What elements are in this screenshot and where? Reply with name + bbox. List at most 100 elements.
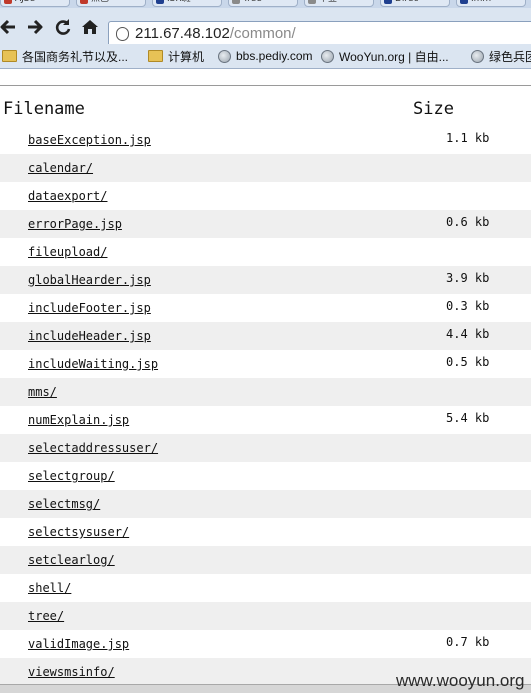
file-link[interactable]: includeFooter.jsp bbox=[28, 301, 151, 315]
table-row: mms/ bbox=[0, 378, 531, 406]
url-text: 211.67.48.102/common/ bbox=[135, 25, 296, 42]
file-size: 0.3 kb bbox=[446, 299, 490, 313]
home-button[interactable] bbox=[80, 17, 100, 37]
tab-label: 黑巴 bbox=[91, 0, 109, 4]
file-link[interactable]: selectgroup/ bbox=[28, 469, 115, 483]
bookmark-green-army[interactable]: 绿色兵团 bbox=[471, 47, 531, 65]
bookmark-label: WooYun.org | 自由... bbox=[339, 49, 449, 64]
file-link[interactable]: mms/ bbox=[28, 385, 57, 399]
browser-tab[interactable]: ISR斑 bbox=[152, 0, 222, 7]
bookmark-wooyun[interactable]: WooYun.org | 自由... bbox=[321, 47, 449, 65]
page-content: Filename Size baseException.jsp 1.1 kb cal… bbox=[0, 69, 531, 692]
tab-label: AJSe bbox=[15, 0, 35, 4]
browser-tab[interactable]: Direc bbox=[380, 0, 450, 7]
tab-favicon-icon bbox=[156, 0, 164, 4]
file-link[interactable]: dataexport/ bbox=[28, 189, 107, 203]
table-row: fileupload/ bbox=[0, 238, 531, 266]
tab-label: Direc bbox=[395, 0, 418, 4]
tab-label: Tree bbox=[243, 0, 262, 4]
file-link[interactable]: viewsmsinfo/ bbox=[28, 665, 115, 679]
table-row: includeHeader.jsp 4.4 kb bbox=[0, 322, 531, 350]
file-size: 0.7 kb bbox=[446, 635, 490, 649]
file-link[interactable]: calendar/ bbox=[28, 161, 93, 175]
tab-favicon-icon bbox=[460, 0, 468, 4]
table-row: selectmsg/ bbox=[0, 490, 531, 518]
file-link[interactable]: includeWaiting.jsp bbox=[28, 357, 158, 371]
tab-favicon-icon bbox=[384, 0, 392, 4]
file-link[interactable]: validImage.jsp bbox=[28, 637, 129, 651]
tab-label: ISR斑 bbox=[167, 0, 191, 4]
back-button[interactable] bbox=[0, 17, 18, 37]
table-row: dataexport/ bbox=[0, 182, 531, 210]
forward-button[interactable] bbox=[25, 17, 45, 37]
table-row: selectgroup/ bbox=[0, 462, 531, 490]
page-icon bbox=[116, 27, 129, 41]
browser-tab[interactable]: Imm bbox=[456, 0, 526, 7]
table-row: selectaddressuser/ bbox=[0, 434, 531, 462]
watermark: www.wooyun.org bbox=[396, 671, 525, 690]
bookmark-label: bbs.pediy.com bbox=[236, 49, 313, 63]
bookmark-label: 计算机 bbox=[168, 49, 205, 64]
tab-favicon-icon bbox=[232, 0, 240, 4]
table-row: tree/ bbox=[0, 602, 531, 630]
table-row: includeFooter.jsp 0.3 kb bbox=[0, 294, 531, 322]
tab-label: Imm bbox=[471, 0, 491, 4]
bookmarks-bar: 各国商务礼节以及... 计算机 bbs.pediy.com WooYun.org… bbox=[0, 44, 531, 69]
globe-icon bbox=[321, 49, 334, 63]
browser-tab[interactable]: 黑巴 bbox=[76, 0, 146, 7]
file-size: 0.5 kb bbox=[446, 355, 490, 369]
file-link[interactable]: includeHeader.jsp bbox=[28, 329, 151, 343]
file-link[interactable]: selectaddressuser/ bbox=[28, 441, 158, 455]
file-link[interactable]: selectsysuser/ bbox=[28, 525, 129, 539]
tab-strip: AJSe 黑巴 ISR斑 Tree 下登 Direc Imm bbox=[0, 0, 531, 8]
globe-icon bbox=[471, 49, 484, 63]
bookmark-label: 绿色兵团 bbox=[489, 49, 531, 64]
file-link[interactable]: fileupload/ bbox=[28, 245, 107, 259]
file-link[interactable]: baseException.jsp bbox=[28, 133, 151, 147]
filename-column-header: Filename bbox=[3, 99, 85, 119]
bookmark-folder-computer[interactable]: 计算机 bbox=[148, 47, 204, 65]
file-size: 3.9 kb bbox=[446, 271, 490, 285]
tab-favicon-icon bbox=[4, 0, 12, 4]
file-size: 5.4 kb bbox=[446, 411, 490, 425]
file-size: 1.1 kb bbox=[446, 131, 490, 145]
forward-arrow-icon bbox=[28, 19, 43, 35]
globe-icon bbox=[218, 49, 231, 63]
file-link[interactable]: selectmsg/ bbox=[28, 497, 100, 511]
table-row: shell/ bbox=[0, 574, 531, 602]
table-row: baseException.jsp 1.1 kb bbox=[0, 126, 531, 154]
file-link[interactable]: globalHearder.jsp bbox=[28, 273, 151, 287]
table-row: errorPage.jsp 0.6 kb bbox=[0, 210, 531, 238]
table-row: selectsysuser/ bbox=[0, 518, 531, 546]
bookmark-folder-etiquette[interactable]: 各国商务礼节以及... bbox=[2, 47, 128, 65]
reload-button[interactable] bbox=[53, 17, 73, 37]
table-row: includeWaiting.jsp 0.5 kb bbox=[0, 350, 531, 378]
table-row: globalHearder.jsp 3.9 kb bbox=[0, 266, 531, 294]
file-link[interactable]: errorPage.jsp bbox=[28, 217, 122, 231]
folder-icon bbox=[148, 50, 163, 62]
folder-icon bbox=[2, 50, 17, 62]
bookmark-pediy[interactable]: bbs.pediy.com bbox=[218, 47, 312, 65]
file-size: 0.6 kb bbox=[446, 215, 490, 229]
size-column-header: Size bbox=[413, 99, 454, 119]
tab-label: 下登 bbox=[319, 0, 337, 4]
file-link[interactable]: tree/ bbox=[28, 609, 64, 623]
file-link[interactable]: setclearlog/ bbox=[28, 553, 115, 567]
table-row: calendar/ bbox=[0, 154, 531, 182]
browser-tab[interactable]: 下登 bbox=[304, 0, 374, 7]
table-row: setclearlog/ bbox=[0, 546, 531, 574]
url-path: /common/ bbox=[229, 25, 296, 42]
back-arrow-icon bbox=[0, 19, 15, 35]
file-link[interactable]: numExplain.jsp bbox=[28, 413, 129, 427]
file-size: 4.4 kb bbox=[446, 327, 490, 341]
divider bbox=[0, 85, 531, 86]
url-host: 211.67.48.102 bbox=[135, 25, 230, 42]
browser-tab[interactable]: AJSe bbox=[0, 0, 70, 7]
browser-toolbar: 211.67.48.102/common/ bbox=[0, 8, 531, 47]
browser-tab[interactable]: Tree bbox=[228, 0, 298, 7]
home-icon bbox=[82, 20, 98, 34]
tab-favicon-icon bbox=[308, 0, 316, 4]
table-row: numExplain.jsp 5.4 kb bbox=[0, 406, 531, 434]
file-link[interactable]: shell/ bbox=[28, 581, 71, 595]
bookmark-label: 各国商务礼节以及... bbox=[22, 49, 129, 64]
